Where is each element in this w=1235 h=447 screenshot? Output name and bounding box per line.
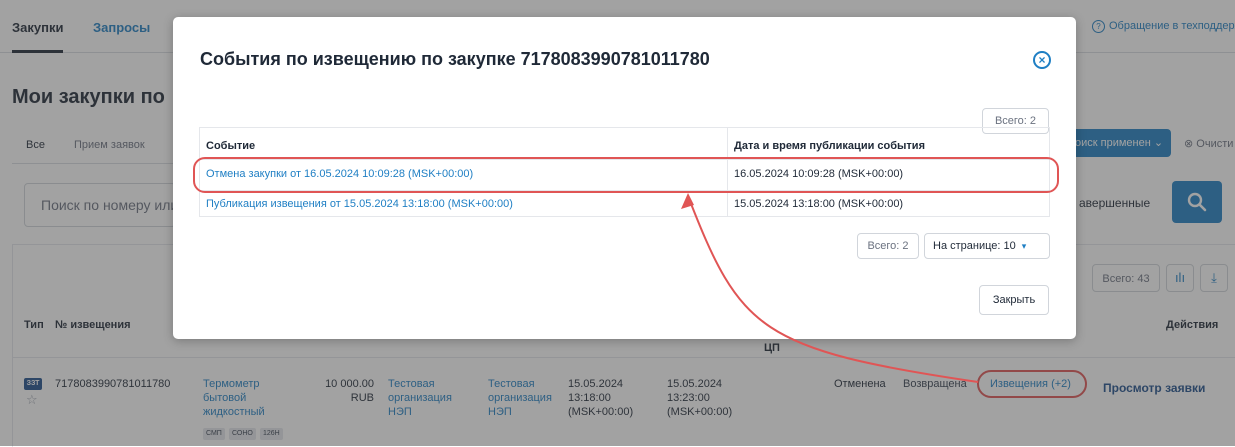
- annotation-arrow: [681, 193, 979, 383]
